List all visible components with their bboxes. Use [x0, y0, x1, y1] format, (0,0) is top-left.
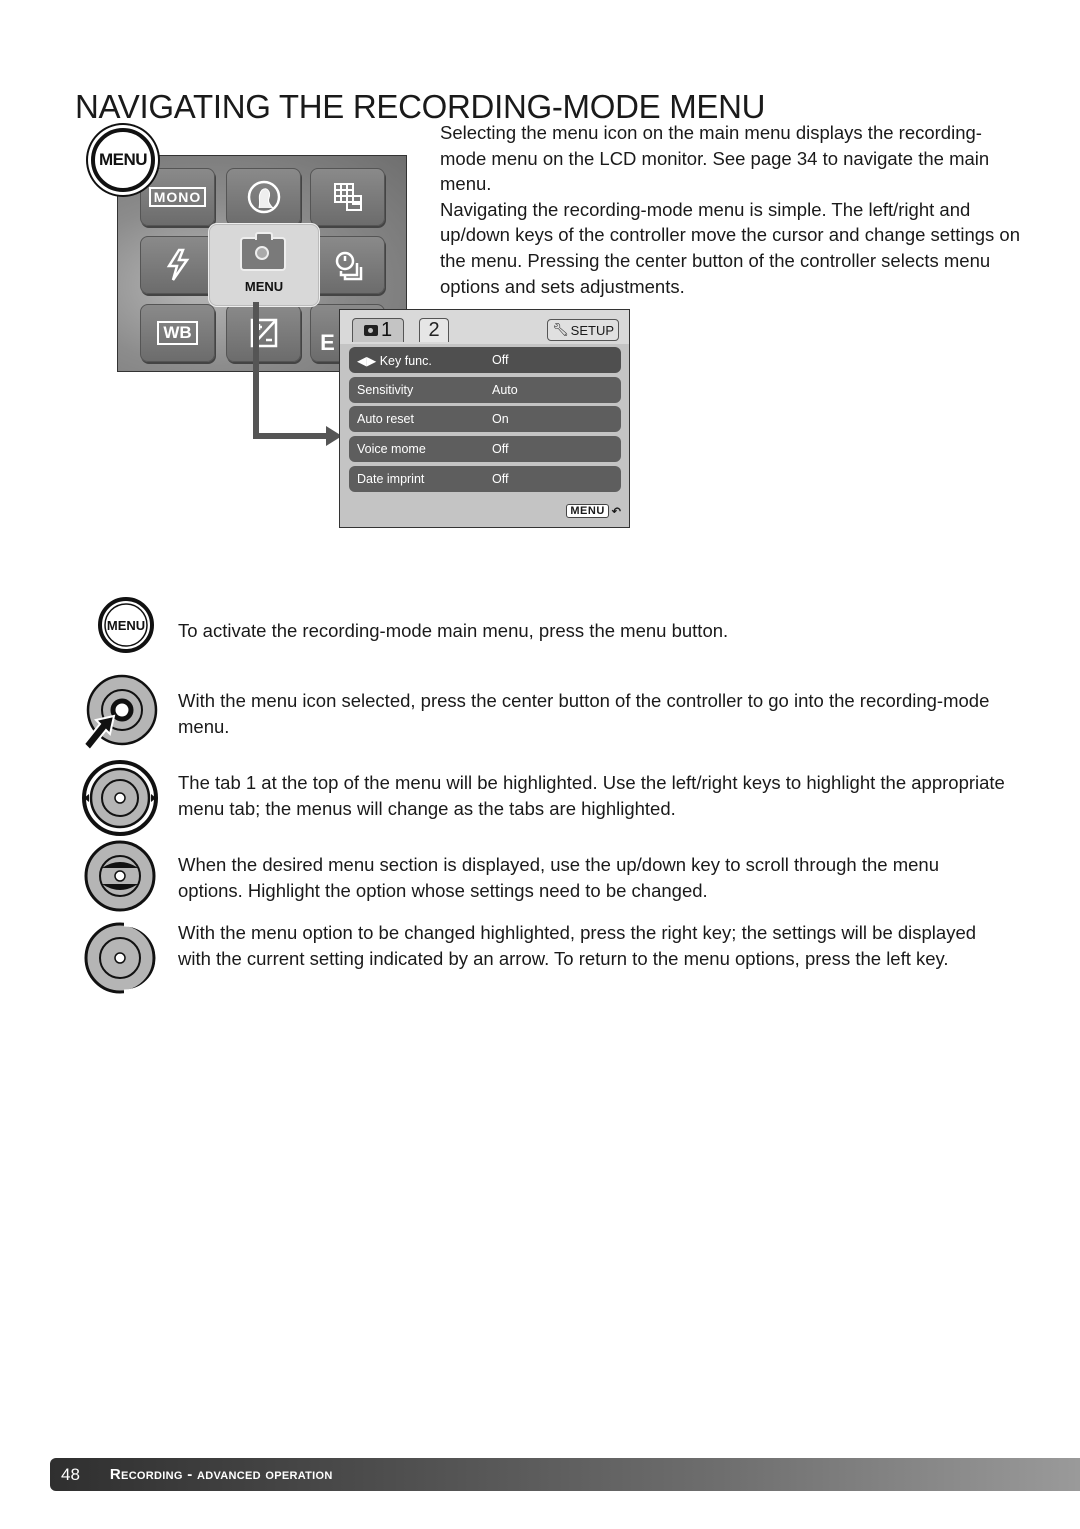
- menu-button-badge: MENU: [91, 128, 155, 192]
- menu-back-indicator: MENU ↶: [566, 504, 621, 518]
- flash-tile: [140, 236, 215, 294]
- row-label: Voice mome: [357, 442, 426, 456]
- row-value: Off: [492, 472, 509, 486]
- menu-row: Voice mome Off: [349, 436, 621, 462]
- camera-icon: [240, 232, 286, 271]
- row-label: Sensitivity: [357, 383, 414, 397]
- left-right-arrows-icon: ◀▶: [357, 353, 377, 368]
- wb-icon: WB: [157, 321, 198, 345]
- intro-paragraph: Selecting the menu icon on the main menu…: [440, 122, 990, 195]
- step-text: The tab 1 at the top of the menu will be…: [178, 772, 1005, 819]
- white-balance-tile: WB: [140, 304, 215, 362]
- return-icon: ↶: [611, 505, 621, 518]
- menu-row: Auto reset On: [349, 406, 621, 432]
- step-text: When the desired menu section is display…: [178, 854, 939, 901]
- connector-line: [253, 302, 259, 438]
- row-value: On: [492, 412, 509, 426]
- row-value: Off: [492, 353, 509, 367]
- tab-label: 1: [380, 319, 393, 341]
- setup-tab: 🔧︎ SETUP: [547, 319, 619, 341]
- menu-back-label: MENU: [566, 504, 609, 518]
- menu-tile-selected: MENU: [209, 224, 319, 306]
- portrait-icon: [247, 180, 280, 214]
- controller-up-down-icon: [84, 840, 156, 912]
- controller-center-press-icon: [82, 674, 158, 752]
- menu-row: Sensitivity Auto: [349, 377, 621, 403]
- page-number: 48: [61, 1464, 80, 1484]
- mono-tile: MONO: [140, 168, 215, 226]
- tab-1: 1: [352, 318, 404, 342]
- menu-row: ◀▶ Key func. Off: [349, 347, 621, 373]
- connector-line: [253, 433, 328, 439]
- row-label: Auto reset: [357, 412, 414, 426]
- wrench-icon: 🔧︎: [552, 322, 569, 337]
- tab-label: 2: [428, 319, 440, 341]
- setup-label: SETUP: [570, 322, 614, 338]
- lcd-recording-menu: 1 2 🔧︎ SETUP ◀▶ Key func. Off Sensitivit…: [339, 309, 630, 528]
- self-timer-tile: [310, 236, 385, 294]
- self-timer-icon: [335, 251, 362, 281]
- intro-text: Selecting the menu icon on the main menu…: [440, 120, 1020, 299]
- svg-text:MENU: MENU: [107, 618, 145, 633]
- intro-paragraph: Navigating the recording-mode menu is si…: [440, 198, 1021, 297]
- row-label: ◀▶ Key func.: [357, 353, 432, 368]
- grid-tile: [310, 168, 385, 226]
- step-text: With the menu icon selected, press the c…: [178, 690, 990, 737]
- flash-icon: [166, 248, 189, 281]
- menu-button-icon: MENU: [98, 597, 154, 653]
- mono-icon: MONO: [148, 187, 207, 207]
- grid-icon: [333, 183, 362, 211]
- menu-tile-label: MENU: [244, 279, 284, 294]
- row-value: Auto: [492, 383, 518, 397]
- row-label: Date imprint: [357, 472, 425, 486]
- e-icon: E: [320, 330, 335, 355]
- menu-row: Date imprint Off: [349, 466, 621, 492]
- portrait-tile: [226, 168, 301, 226]
- controller-right-icon: [84, 921, 160, 995]
- section-title: Recording - advanced operation: [109, 1466, 333, 1483]
- step-text: With the menu option to be changed highl…: [178, 922, 977, 969]
- exposure-tile: [226, 304, 301, 362]
- camera-icon: [363, 325, 378, 336]
- step-text: To activate the recording-mode main menu…: [178, 620, 729, 641]
- controller-left-right-icon: [82, 760, 158, 836]
- tab-2: 2: [419, 318, 449, 342]
- row-value: Off: [492, 442, 509, 456]
- page-footer: 48 Recording - advanced operation: [50, 1458, 1080, 1491]
